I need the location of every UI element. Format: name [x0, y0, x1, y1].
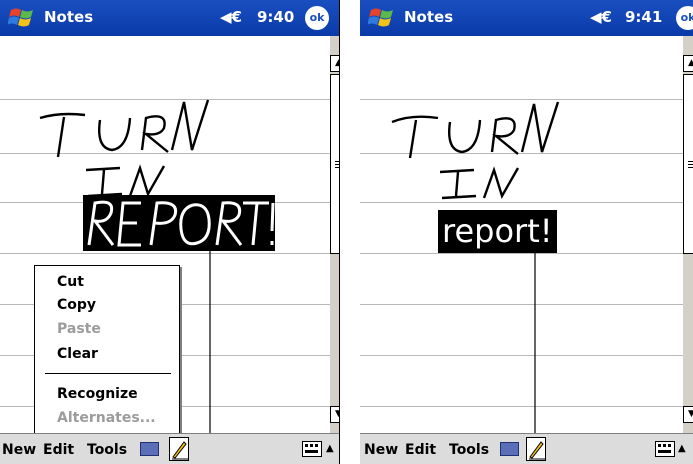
menu-item-copy[interactable]: Copy	[57, 297, 96, 313]
sip-arrow-icon[interactable]: ▲	[326, 443, 334, 454]
scroll-thumb[interactable]	[330, 74, 339, 254]
context-menu: Cut Copy Paste Clear Recognize Alternate…	[34, 265, 180, 435]
keyboard-icon[interactable]	[140, 442, 159, 456]
scroll-down-arrow-icon[interactable]: ▼	[683, 406, 693, 423]
menu-edit[interactable]: Edit	[43, 442, 74, 458]
thumb-grip	[688, 161, 693, 162]
scroll-up-arrow-icon[interactable]: ▲	[683, 55, 693, 72]
menu-item-paste[interactable]: Paste	[57, 321, 101, 337]
menu-separator	[45, 373, 171, 374]
menu-tools[interactable]: Tools	[449, 442, 489, 458]
menu-item-cut[interactable]: Cut	[57, 274, 84, 290]
menu-edit[interactable]: Edit	[405, 442, 436, 458]
vertical-scrollbar[interactable]: ▲ ▼	[330, 36, 339, 433]
sip-keyboard-icon[interactable]	[655, 441, 675, 457]
recognized-text[interactable]: report!	[438, 210, 557, 253]
scroll-thumb[interactable]	[683, 74, 693, 254]
menu-tools[interactable]: Tools	[87, 442, 127, 458]
scroll-up-arrow-icon[interactable]: ▲	[330, 55, 339, 72]
thumb-grip	[688, 167, 693, 168]
notes-screen-after: Notes ◀€ 9:41 ok report! ▲ ▼ New Edit To…	[360, 0, 693, 464]
notes-screen-before: Notes ◀€ 9:40 ok Cut Copy Paste Clear Re…	[0, 0, 340, 464]
thumb-grip	[335, 164, 339, 165]
vertical-scrollbar[interactable]: ▲ ▼	[683, 36, 693, 433]
thumb-grip	[335, 167, 339, 168]
sip-arrow-icon[interactable]: ▲	[678, 443, 686, 454]
menu-item-clear[interactable]: Clear	[57, 346, 98, 362]
keyboard-icon[interactable]	[500, 442, 519, 456]
sip-keyboard-icon[interactable]	[302, 441, 322, 457]
pen-icon[interactable]	[169, 437, 189, 461]
bottom-menu-bar: New Edit Tools ▲	[0, 433, 339, 464]
menu-new[interactable]: New	[2, 442, 36, 458]
bottom-menu-bar: New Edit Tools ▲	[360, 433, 693, 464]
menu-item-alternates[interactable]: Alternates...	[57, 410, 156, 426]
thumb-grip	[688, 164, 693, 165]
thumb-grip	[335, 161, 339, 162]
menu-new[interactable]: New	[364, 442, 398, 458]
scroll-down-arrow-icon[interactable]: ▼	[330, 406, 339, 423]
menu-item-recognize[interactable]: Recognize	[57, 386, 138, 402]
pen-icon[interactable]	[526, 437, 546, 461]
